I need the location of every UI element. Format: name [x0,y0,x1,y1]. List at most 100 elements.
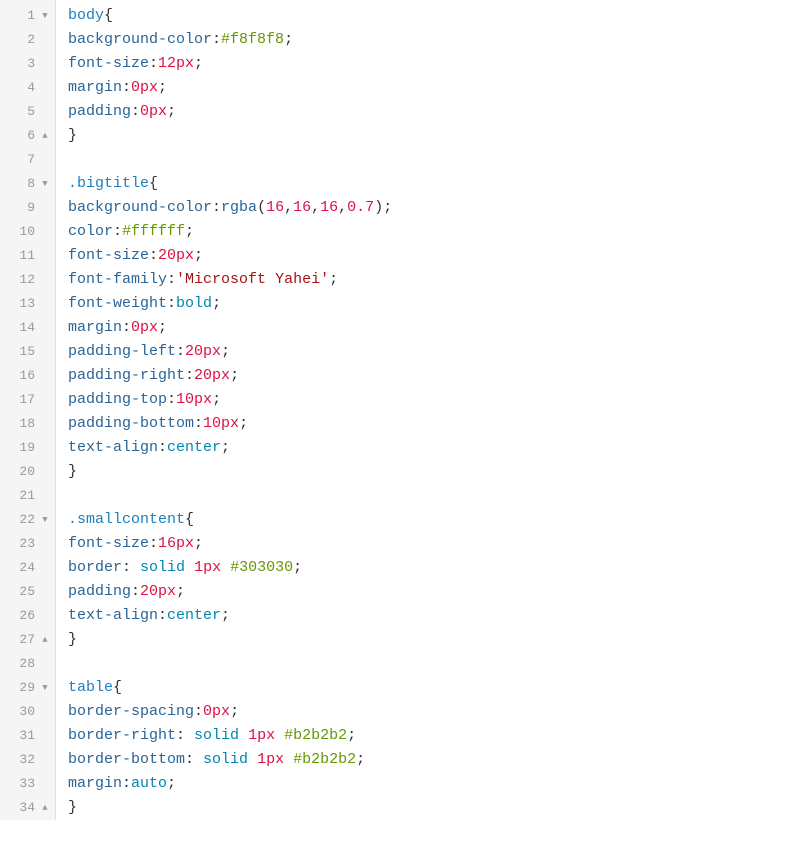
code-line[interactable]: border-right: solid 1px #b2b2b2; [68,724,800,748]
code-line[interactable]: margin:0px; [68,76,800,100]
code-line[interactable]: font-size:20px; [68,244,800,268]
gutter-line: 13 [0,292,55,316]
code-line[interactable]: background-color:#f8f8f8; [68,28,800,52]
token-punc: ; [194,55,203,72]
token-punc: ; [293,559,302,576]
code-line[interactable]: padding:0px; [68,100,800,124]
token-prop: font-family [68,271,167,288]
code-line[interactable]: font-size:16px; [68,532,800,556]
gutter-line: 11 [0,244,55,268]
code-line[interactable]: font-family:'Microsoft Yahei'; [68,268,800,292]
fold-open-icon[interactable]: ▼ [39,508,51,532]
gutter-line: 34▲ [0,796,55,820]
code-line[interactable]: padding-bottom:10px; [68,412,800,436]
gutter-line: 23 [0,532,55,556]
token-punc: : [149,535,158,552]
token-num: 10px [203,415,239,432]
token-prop: padding-right [68,367,185,384]
token-punc: ; [383,199,392,216]
fold-close-icon[interactable]: ▲ [39,124,51,148]
token-str: 'Microsoft Yahei' [176,271,329,288]
code-line[interactable]: text-align:center; [68,436,800,460]
code-line[interactable]: } [68,628,800,652]
gutter-line: 5 [0,100,55,124]
gutter-line: 33 [0,772,55,796]
fold-open-icon[interactable]: ▼ [39,172,51,196]
token-punc: } [68,127,77,144]
fold-open-icon[interactable]: ▼ [39,4,51,28]
token-prop: padding-left [68,343,176,360]
token-punc: : [113,223,122,240]
token-punc: ; [212,295,221,312]
line-number: 17 [11,388,35,412]
code-line[interactable]: margin:0px; [68,316,800,340]
token-prop: padding-top [68,391,167,408]
code-line[interactable]: padding-top:10px; [68,388,800,412]
code-line[interactable]: border-bottom: solid 1px #b2b2b2; [68,748,800,772]
token-punc [185,559,194,576]
line-number: 21 [11,484,35,508]
code-line[interactable]: } [68,460,800,484]
token-punc: : [149,55,158,72]
gutter-line: 2 [0,28,55,52]
code-line[interactable]: padding-right:20px; [68,364,800,388]
code-line[interactable]: .bigtitle{ [68,172,800,196]
code-line[interactable]: border: solid 1px #303030; [68,556,800,580]
code-line[interactable]: } [68,796,800,820]
line-number: 2 [11,28,35,52]
fold-open-icon[interactable]: ▼ [39,676,51,700]
token-num: 20px [158,247,194,264]
line-number: 33 [11,772,35,796]
gutter-line: 14 [0,316,55,340]
token-num: 12px [158,55,194,72]
code-line[interactable]: border-spacing:0px; [68,700,800,724]
code-line[interactable] [68,148,800,172]
code-line[interactable]: text-align:center; [68,604,800,628]
token-prop: margin [68,79,122,96]
code-line[interactable]: body{ [68,4,800,28]
code-line[interactable]: color:#ffffff; [68,220,800,244]
token-punc: ; [284,31,293,48]
code-line[interactable] [68,484,800,508]
code-line[interactable]: padding:20px; [68,580,800,604]
token-punc: : [176,727,194,744]
fold-close-icon[interactable]: ▲ [39,796,51,820]
token-punc: ; [221,607,230,624]
token-punc: : [185,751,203,768]
fold-close-icon[interactable]: ▲ [39,628,51,652]
token-num: 0px [131,319,158,336]
gutter-line: 1▼ [0,4,55,28]
code-line[interactable]: .smallcontent{ [68,508,800,532]
token-punc: : [176,343,185,360]
gutter-line: 32 [0,748,55,772]
code-line[interactable]: background-color:rgba(16,16,16,0.7); [68,196,800,220]
code-area[interactable]: body{background-color:#f8f8f8;font-size:… [56,0,800,820]
code-line[interactable]: font-weight:bold; [68,292,800,316]
token-num: 1px [248,727,275,744]
line-number: 8 [11,172,35,196]
token-punc: : [122,775,131,792]
token-punc: ; [167,775,176,792]
token-punc: ; [158,319,167,336]
code-line[interactable]: table{ [68,676,800,700]
token-punc: { [185,511,194,528]
code-line[interactable]: font-size:12px; [68,52,800,76]
code-line[interactable]: } [68,124,800,148]
code-line[interactable]: margin:auto; [68,772,800,796]
token-prop: color [68,223,113,240]
token-punc: { [113,679,122,696]
line-number: 3 [11,52,35,76]
token-punc: , [284,199,293,216]
gutter-line: 3 [0,52,55,76]
code-line[interactable]: padding-left:20px; [68,340,800,364]
line-number: 1 [11,4,35,28]
token-hex: #303030 [230,559,293,576]
token-func: rgba [221,199,257,216]
code-line[interactable] [68,652,800,676]
gutter-line: 22▼ [0,508,55,532]
token-kw: center [167,439,221,456]
gutter-line: 6▲ [0,124,55,148]
token-punc: : [158,439,167,456]
token-punc: ; [194,535,203,552]
token-punc: ; [230,367,239,384]
